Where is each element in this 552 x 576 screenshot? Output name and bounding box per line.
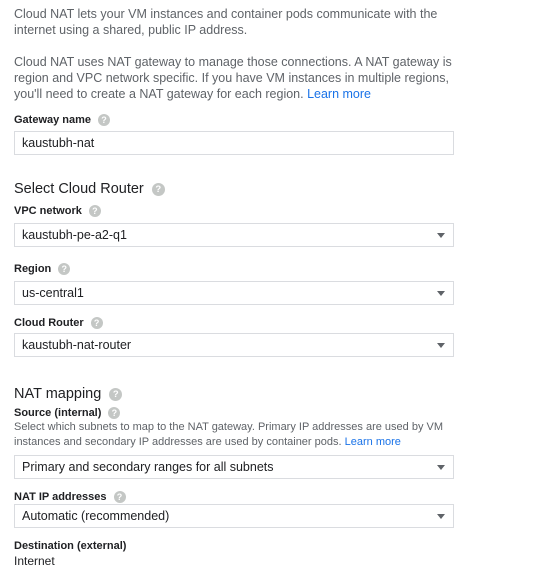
source-internal-label-text: Source (internal) <box>14 407 102 419</box>
region-value: us-central1 <box>22 286 84 300</box>
dropdown-caret-icon <box>437 514 445 519</box>
help-circle-icon[interactable]: ? <box>109 387 123 401</box>
dropdown-caret-icon <box>437 233 445 238</box>
region-label-text: Region <box>14 263 52 275</box>
gateway-name-label: Gateway name ? <box>14 113 111 127</box>
source-internal-label: Source (internal) ? <box>14 406 121 420</box>
intro-text-1: Cloud NAT lets your VM instances and con… <box>14 7 438 37</box>
region-label: Region ? <box>14 262 71 276</box>
cloud-router-value: kaustubh-nat-router <box>22 338 132 352</box>
source-hint: Select which subnets to map to the NAT g… <box>14 420 459 450</box>
intro-paragraph-2: Cloud NAT uses NAT gateway to manage tho… <box>14 54 454 102</box>
destination-external-value: Internet <box>14 554 55 568</box>
cloud-router-label-text: Cloud Router <box>14 317 84 329</box>
dropdown-caret-icon <box>437 465 445 470</box>
gateway-name-value: kaustubh-nat <box>22 136 95 150</box>
destination-value-text: Internet <box>14 554 55 568</box>
nat-ip-addresses-label: NAT IP addresses ? <box>14 490 126 504</box>
gateway-name-label-text: Gateway name <box>14 114 92 126</box>
nat-ip-addresses-value: Automatic (recommended) <box>22 509 170 523</box>
help-circle-icon[interactable]: ? <box>113 491 126 503</box>
learn-more-link[interactable]: Learn more <box>345 436 401 448</box>
intro-text-2: Cloud NAT uses NAT gateway to manage tho… <box>14 55 452 101</box>
help-circle-icon[interactable]: ? <box>90 317 103 329</box>
intro-paragraph-1: Cloud NAT lets your VM instances and con… <box>14 6 454 38</box>
dropdown-caret-icon <box>437 291 445 296</box>
vpc-network-value: kaustubh-pe-a2-q1 <box>22 228 127 242</box>
source-select[interactable]: Primary and secondary ranges for all sub… <box>14 455 454 479</box>
vpc-network-label: VPC network ? <box>14 204 101 218</box>
help-circle-icon[interactable]: ? <box>108 407 121 419</box>
cloud-router-select[interactable]: kaustubh-nat-router <box>14 333 454 357</box>
vpc-network-select[interactable]: kaustubh-pe-a2-q1 <box>14 223 454 247</box>
help-circle-icon[interactable]: ? <box>151 182 165 196</box>
select-cloud-router-title: Select Cloud Router <box>14 181 144 197</box>
cloud-router-label: Cloud Router ? <box>14 316 103 330</box>
help-circle-icon[interactable]: ? <box>98 114 111 126</box>
vpc-network-label-text: VPC network <box>14 205 82 217</box>
nat-ip-addresses-label-text: NAT IP addresses <box>14 491 107 503</box>
nat-mapping-title: NAT mapping <box>14 386 102 402</box>
learn-more-link[interactable]: Learn more <box>307 87 371 101</box>
source-value: Primary and secondary ranges for all sub… <box>22 460 274 474</box>
destination-external-label: Destination (external) <box>14 539 126 553</box>
gateway-name-input[interactable]: kaustubh-nat <box>14 131 454 155</box>
select-cloud-router-heading: Select Cloud Router ? <box>14 180 165 198</box>
nat-ip-addresses-select[interactable]: Automatic (recommended) <box>14 504 454 528</box>
destination-external-label-text: Destination (external) <box>14 540 127 552</box>
nat-mapping-heading: NAT mapping ? <box>14 385 123 403</box>
region-select[interactable]: us-central1 <box>14 281 454 305</box>
help-circle-icon[interactable]: ? <box>58 263 71 275</box>
dropdown-caret-icon <box>437 343 445 348</box>
help-circle-icon[interactable]: ? <box>88 205 101 217</box>
